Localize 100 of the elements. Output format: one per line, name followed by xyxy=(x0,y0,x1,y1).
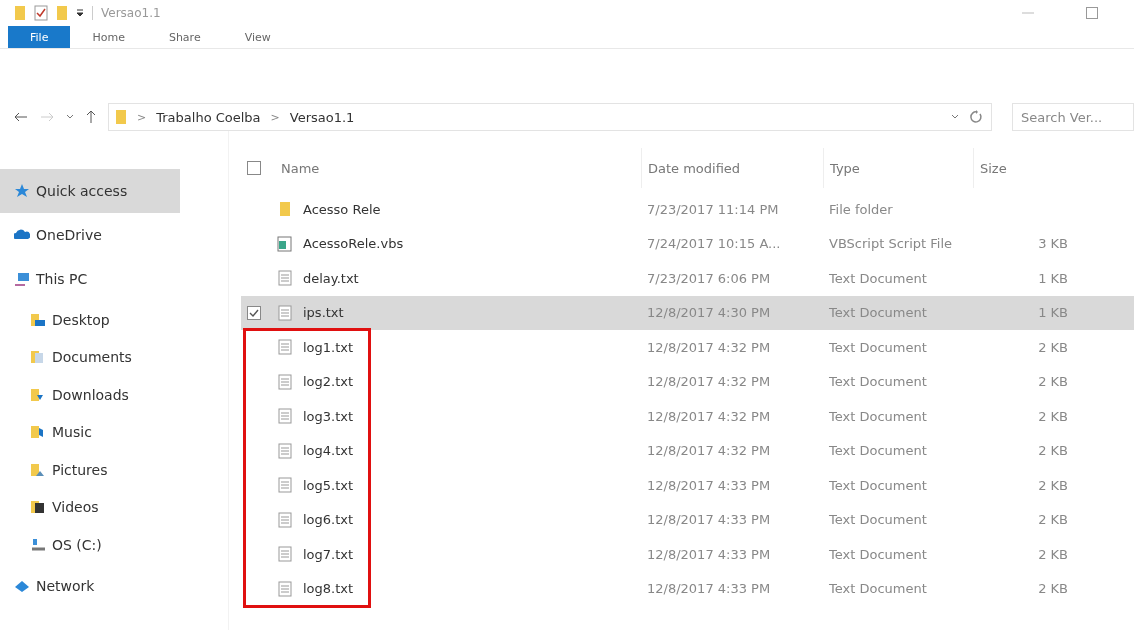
file-name: delay.txt xyxy=(302,270,359,286)
date-modified: 7/23/2017 11:14 PM xyxy=(646,201,779,217)
folder-icon xyxy=(279,201,291,218)
text-file-icon xyxy=(278,339,292,356)
file-size: 2 KB xyxy=(1038,443,1068,459)
file-type: Text Document xyxy=(828,512,927,528)
file-name: log2.txt xyxy=(302,374,354,390)
file-row[interactable]: log7.txt 12/8/2017 4:33 PM Text Document 2 KB xyxy=(241,537,1134,572)
file-type: Text Document xyxy=(828,270,927,286)
maximize-icon[interactable] xyxy=(1086,7,1098,19)
computer-icon xyxy=(14,271,30,287)
up-arrow-icon[interactable] xyxy=(86,110,96,124)
sidebar-item[interactable]: This PC xyxy=(0,257,180,301)
chevron-down-icon[interactable] xyxy=(66,114,74,120)
breadcrumb[interactable]: Versao1.1 xyxy=(289,109,355,125)
desktop-folder-icon xyxy=(30,311,46,328)
sidebar-item[interactable]: Desktop xyxy=(0,301,180,339)
file-size: 1 KB xyxy=(1038,270,1068,286)
dropdown-icon[interactable] xyxy=(76,8,84,18)
date-modified: 12/8/2017 4:32 PM xyxy=(646,339,771,355)
search-field[interactable]: Search Ver... xyxy=(1012,103,1134,131)
file-size: 1 KB xyxy=(1038,305,1068,321)
date-modified: 12/8/2017 4:33 PM xyxy=(646,546,771,562)
ribbon-tab[interactable]: File xyxy=(8,26,71,48)
file-row[interactable]: log5.txt 12/8/2017 4:33 PM Text Document 2 KB xyxy=(241,468,1134,503)
breadcrumb-separator: > xyxy=(137,110,147,124)
sidebar-item[interactable]: OneDrive xyxy=(0,213,180,257)
ribbon-tab[interactable]: Share xyxy=(146,26,223,48)
file-name: AcessoRele.vbs xyxy=(302,236,404,252)
row-checkbox[interactable] xyxy=(247,305,261,320)
sidebar-item[interactable]: Downloads xyxy=(0,376,180,414)
pictures-folder-icon xyxy=(30,461,46,478)
file-name: log7.txt xyxy=(302,546,354,562)
date-modified: 7/24/2017 10:15 A... xyxy=(646,236,781,252)
videos-folder-icon xyxy=(30,499,46,516)
file-size: 2 KB xyxy=(1038,339,1068,355)
folder-icon xyxy=(14,5,26,21)
sidebar-item[interactable]: Network xyxy=(0,563,180,608)
script-file-icon xyxy=(277,235,293,252)
file-row[interactable]: log1.txt 12/8/2017 4:32 PM Text Document 2 KB xyxy=(241,330,1134,365)
sidebar-item[interactable]: Videos xyxy=(0,488,180,526)
breadcrumb-separator: > xyxy=(270,110,280,124)
sidebar-item[interactable]: Pictures xyxy=(0,451,180,489)
ribbon-tab[interactable]: Home xyxy=(70,26,147,48)
file-row[interactable]: log6.txt 12/8/2017 4:33 PM Text Document 2 KB xyxy=(241,502,1134,537)
file-row[interactable]: log4.txt 12/8/2017 4:32 PM Text Document 2 KB xyxy=(241,433,1134,468)
sidebar-item[interactable]: Quick access xyxy=(0,169,180,213)
file-row[interactable]: log8.txt 12/8/2017 4:33 PM Text Document 2 KB xyxy=(241,571,1134,606)
file-name: log8.txt xyxy=(302,581,354,597)
file-row[interactable]: delay.txt 7/23/2017 6:06 PM Text Document 1 KB xyxy=(241,261,1134,296)
file-name: ips.txt xyxy=(302,305,344,321)
text-file-icon xyxy=(278,580,292,597)
file-name: log1.txt xyxy=(302,339,354,355)
documents-folder-icon xyxy=(30,349,46,366)
file-type: Text Document xyxy=(828,374,927,390)
column-header[interactable]: Type xyxy=(823,148,973,188)
ribbon-tab[interactable]: View xyxy=(222,26,293,48)
file-row[interactable]: ips.txt 12/8/2017 4:30 PM Text Document 1 KB xyxy=(241,295,1134,330)
sidebar-item[interactable]: Documents xyxy=(0,338,180,376)
drive-icon xyxy=(30,536,46,553)
file-row[interactable]: Acesso Rele 7/23/2017 11:14 PM File folder xyxy=(241,192,1134,227)
file-row[interactable]: log2.txt 12/8/2017 4:32 PM Text Document 2 KB xyxy=(241,364,1134,399)
file-size: 2 KB xyxy=(1038,374,1068,390)
back-arrow-icon[interactable] xyxy=(14,112,28,122)
music-folder-icon xyxy=(30,424,46,441)
text-file-icon xyxy=(278,304,292,321)
date-modified: 12/8/2017 4:32 PM xyxy=(646,443,771,459)
column-header[interactable]: Name xyxy=(275,148,641,188)
select-all-checkbox[interactable] xyxy=(247,161,261,175)
file-type: Text Document xyxy=(828,339,927,355)
file-size: 2 KB xyxy=(1038,512,1068,528)
sidebar-item[interactable]: Music xyxy=(0,413,180,451)
file-type: File folder xyxy=(828,201,893,217)
file-size: 3 KB xyxy=(1038,236,1068,252)
file-name: log3.txt xyxy=(302,408,354,424)
sidebar-item[interactable]: OS (C:) xyxy=(0,526,180,564)
column-header[interactable]: Size xyxy=(973,148,1068,188)
text-file-icon xyxy=(278,511,292,528)
properties-icon[interactable] xyxy=(34,5,48,21)
text-file-icon xyxy=(278,442,292,459)
address-bar[interactable]: > Trabalho Coelba > Versao1.1 xyxy=(108,103,992,131)
file-type: Text Document xyxy=(828,408,927,424)
file-row[interactable]: log3.txt 12/8/2017 4:32 PM Text Document 2 KB xyxy=(241,399,1134,434)
refresh-icon[interactable] xyxy=(969,110,983,124)
file-size: 2 KB xyxy=(1038,581,1068,597)
text-file-icon xyxy=(278,408,292,425)
column-header[interactable]: Date modified xyxy=(641,148,823,188)
chevron-down-icon[interactable] xyxy=(951,114,959,120)
file-name: log4.txt xyxy=(302,443,354,459)
file-row[interactable]: AcessoRele.vbs 7/24/2017 10:15 A... VBScript Script File 3 KB xyxy=(241,226,1134,261)
text-file-icon xyxy=(278,270,292,287)
breadcrumb[interactable]: Trabalho Coelba xyxy=(156,109,261,125)
new-folder-icon xyxy=(56,5,68,21)
file-type: Text Document xyxy=(828,546,927,562)
file-name: log6.txt xyxy=(302,512,354,528)
text-file-icon xyxy=(278,477,292,494)
file-type: Text Document xyxy=(828,443,927,459)
file-type: VBScript Script File xyxy=(828,236,952,252)
file-type: Text Document xyxy=(828,581,927,597)
date-modified: 12/8/2017 4:32 PM xyxy=(646,408,771,424)
